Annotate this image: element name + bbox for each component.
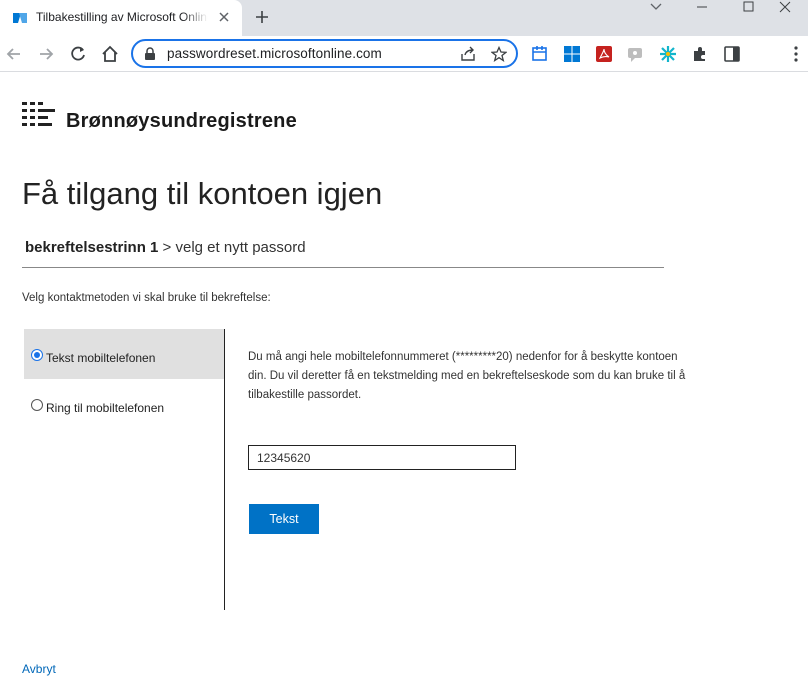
contact-method-list: Tekst mobiltelefonen Ring til mobiltelef… bbox=[24, 329, 224, 429]
page-title: Få tilgang til kontoen igjen bbox=[22, 176, 383, 211]
close-tab-icon[interactable] bbox=[216, 9, 232, 25]
close-window-icon[interactable] bbox=[762, 0, 808, 20]
new-tab-icon[interactable] bbox=[254, 9, 270, 25]
minimize-icon[interactable] bbox=[679, 0, 725, 20]
extension-spark-icon[interactable] bbox=[659, 45, 677, 63]
browser-tab-strip: Tilbakestilling av Microsoft Online bbox=[0, 0, 808, 36]
method-label-call[interactable]: Ring til mobiltelefonen bbox=[46, 401, 164, 415]
current-step: bekreftelsestrinn 1 bbox=[25, 239, 159, 256]
back-arrow-icon[interactable] bbox=[4, 44, 24, 64]
method-panel-divider bbox=[224, 329, 225, 610]
extension-pdf-icon[interactable] bbox=[595, 45, 613, 63]
verification-description: Du må angi hele mobiltelefonnummeret (**… bbox=[248, 351, 686, 401]
progress-steps: bekreftelsestrinn 1 > velg et nytt passo… bbox=[25, 239, 306, 256]
address-bar[interactable]: passwordreset.microsoftonline.com bbox=[131, 39, 518, 68]
bookmark-star-icon[interactable] bbox=[491, 46, 507, 62]
method-radio-call[interactable] bbox=[31, 399, 43, 411]
side-panel-icon[interactable] bbox=[723, 45, 741, 63]
extensions-puzzle-icon[interactable] bbox=[691, 45, 709, 63]
method-label-text[interactable]: Tekst mobiltelefonen bbox=[46, 351, 155, 365]
share-icon[interactable] bbox=[460, 46, 476, 62]
steps-divider bbox=[22, 267, 664, 268]
home-icon[interactable] bbox=[100, 44, 120, 64]
reload-icon[interactable] bbox=[68, 44, 88, 64]
cancel-link[interactable]: Avbryt bbox=[22, 662, 56, 676]
next-step: velg et nytt passord bbox=[175, 239, 306, 256]
contact-method-instruction: Velg kontaktmetoden vi skal bruke til be… bbox=[22, 292, 271, 304]
microsoft-favicon-icon bbox=[12, 10, 28, 26]
password-reset-page: Brønnøysundregistrene Få tilgang til kon… bbox=[0, 72, 808, 690]
send-text-button[interactable]: Tekst bbox=[249, 504, 319, 534]
forward-arrow-icon[interactable] bbox=[36, 44, 56, 64]
tab-title: Tilbakestilling av Microsoft Online bbox=[36, 10, 208, 24]
address-url[interactable]: passwordreset.microsoftonline.com bbox=[167, 46, 382, 61]
tab-search-icon[interactable] bbox=[633, 0, 679, 20]
browser-tab[interactable]: Tilbakestilling av Microsoft Online bbox=[0, 0, 242, 36]
extension-windows-icon[interactable] bbox=[563, 45, 581, 63]
bronnoysund-logo-icon bbox=[22, 102, 55, 126]
browser-menu-icon[interactable] bbox=[787, 45, 805, 63]
method-radio-text[interactable] bbox=[31, 349, 43, 361]
step-separator: > bbox=[158, 239, 176, 256]
method-option-text[interactable]: Tekst mobiltelefonen bbox=[24, 329, 224, 379]
phone-number-input[interactable] bbox=[248, 445, 516, 470]
method-option-call[interactable]: Ring til mobiltelefonen bbox=[24, 379, 224, 429]
lock-icon[interactable] bbox=[143, 47, 157, 61]
organization-logo-text: Brønnøysundregistrene bbox=[66, 110, 297, 132]
extension-chat-icon[interactable] bbox=[627, 45, 645, 63]
browser-toolbar: passwordreset.microsoftonline.com bbox=[0, 36, 808, 72]
extension-calendar-icon[interactable] bbox=[531, 45, 549, 63]
